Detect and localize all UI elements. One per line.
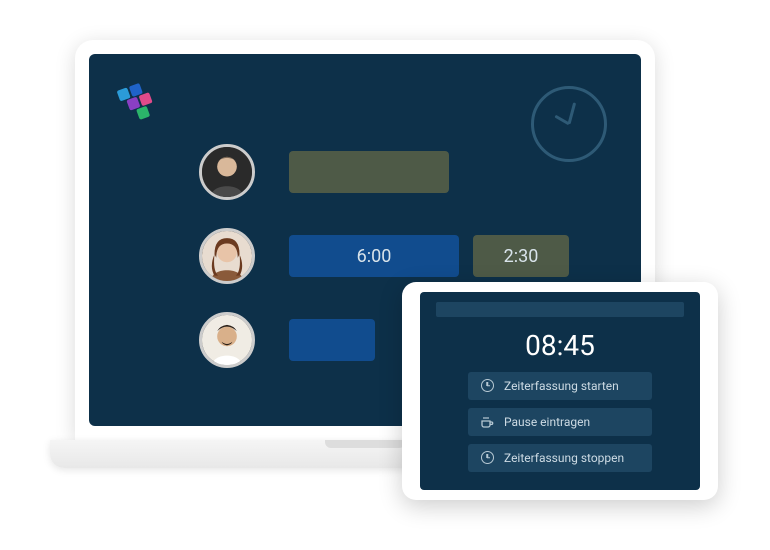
time-bar: 2:30 <box>473 235 569 277</box>
pause-button[interactable]: Pause eintragen <box>468 408 652 436</box>
bar-group <box>289 319 375 361</box>
tablet-device: 08:45 Zeiterfassung starten Pause eintra… <box>402 282 718 500</box>
tablet-app: 08:45 Zeiterfassung starten Pause eintra… <box>420 292 700 490</box>
clock-icon <box>480 451 494 465</box>
start-tracking-button[interactable]: Zeiterfassung starten <box>468 372 652 400</box>
avatar <box>199 228 255 284</box>
avatar <box>199 312 255 368</box>
avatar <box>199 144 255 200</box>
tablet-top-field[interactable] <box>436 302 684 317</box>
bar-group <box>289 151 449 193</box>
time-bar <box>289 319 375 361</box>
time-bar: 6:00 <box>289 235 459 277</box>
coffee-icon <box>480 415 494 429</box>
clock-icon <box>480 379 494 393</box>
stop-tracking-button[interactable]: Zeiterfassung stoppen <box>468 444 652 472</box>
laptop-notch <box>325 440 405 448</box>
app-logo <box>115 76 163 124</box>
timeline-row: 6:00 2:30 <box>199 228 611 284</box>
current-time: 08:45 <box>525 329 595 362</box>
timeline-row <box>199 144 611 200</box>
button-label: Zeiterfassung starten <box>504 379 619 393</box>
bar-group: 6:00 2:30 <box>289 235 569 277</box>
time-bar <box>289 151 449 193</box>
button-label: Pause eintragen <box>504 415 590 429</box>
button-label: Zeiterfassung stoppen <box>504 451 624 465</box>
